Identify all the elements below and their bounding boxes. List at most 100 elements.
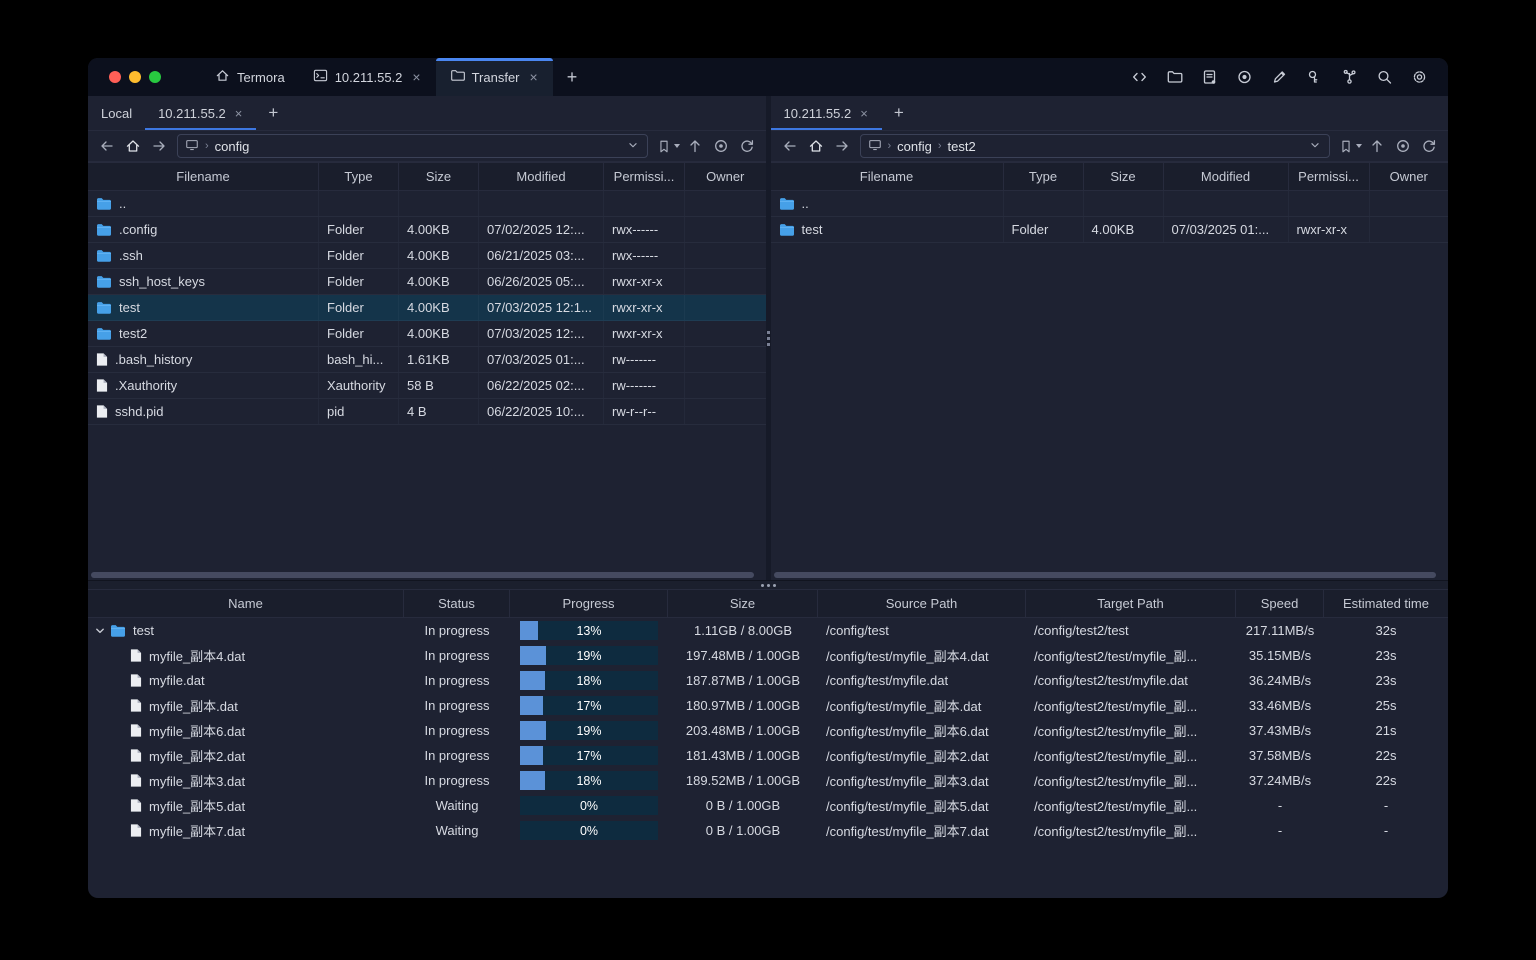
folder-icon	[110, 624, 126, 638]
column-header-type[interactable]: Type	[1004, 163, 1084, 190]
right-path-bar[interactable]: › config › test2	[859, 134, 1330, 158]
maximize-window-button[interactable]	[149, 71, 161, 83]
tab-remote-host[interactable]: 10.211.55.2 ×	[145, 96, 257, 130]
column-header-type[interactable]: Type	[319, 163, 399, 190]
file-row[interactable]: test Folder 4.00KB 07/03/2025 12:1... rwxr-x…	[88, 295, 766, 321]
new-panel-tab-button[interactable]: +	[882, 96, 916, 130]
column-header-owner[interactable]: Owner	[685, 163, 766, 190]
new-window-tab-button[interactable]: +	[553, 58, 592, 96]
settings-icon[interactable]	[1406, 64, 1432, 90]
forward-icon[interactable]	[831, 135, 853, 157]
column-header-progress[interactable]: Progress	[510, 590, 668, 617]
target-path-cell: /config/test2/test/myfile_副...	[1034, 699, 1198, 714]
progress-cell: 0%	[510, 793, 668, 818]
breadcrumb-segment[interactable]: config	[215, 139, 250, 154]
file-row[interactable]: .bash_history bash_hi... 1.61KB 07/03/2025 …	[88, 347, 766, 373]
column-header-permissi-[interactable]: Permissi...	[604, 163, 685, 190]
horizontal-scrollbar[interactable]	[773, 572, 1436, 578]
transfer-row[interactable]: test In progress 13% 1.11GB / 8.00GB/config…	[88, 618, 1448, 643]
eye-icon[interactable]	[710, 135, 732, 157]
transfer-row[interactable]: myfile_副本2.dat In progress 17% 181.43MB / 1…	[88, 743, 1448, 768]
column-header-size[interactable]: Size	[668, 590, 818, 617]
transfer-row[interactable]: myfile_副本.dat In progress 17% 180.97MB / 1.…	[88, 693, 1448, 718]
horizontal-splitter[interactable]	[88, 580, 1448, 589]
column-header-filename[interactable]: Filename	[771, 163, 1004, 190]
column-header-size[interactable]: Size	[399, 163, 479, 190]
edit-icon[interactable]	[1266, 64, 1292, 90]
search-icon[interactable]	[1371, 64, 1397, 90]
transfer-row[interactable]: myfile_副本6.dat In progress 19% 203.48MB / 1…	[88, 718, 1448, 743]
close-icon[interactable]: ×	[529, 69, 539, 85]
transfer-row[interactable]: myfile_副本5.dat Waiting 0% 0 B / 1.00GB/conf…	[88, 793, 1448, 818]
transfer-name-cell: myfile_副本7.dat	[88, 818, 404, 843]
home-icon[interactable]	[805, 135, 827, 157]
tab-transfer[interactable]: Transfer ×	[435, 58, 553, 96]
transfer-row[interactable]: myfile.dat In progress 18% 187.87MB / 1.00G…	[88, 668, 1448, 693]
transfer-name-cell: test	[88, 618, 404, 643]
bookmark-icon[interactable]	[1337, 135, 1355, 157]
forward-icon[interactable]	[148, 135, 170, 157]
close-icon[interactable]: ×	[411, 69, 421, 85]
tab-remote-host[interactable]: 10.211.55.2 ×	[770, 96, 883, 130]
bookmark-caret-icon[interactable]	[673, 144, 680, 148]
tab-termora-home[interactable]: Termora	[201, 58, 299, 96]
eta-cell: 32s	[1375, 623, 1397, 638]
close-icon[interactable]: ×	[234, 106, 244, 121]
close-window-button[interactable]	[109, 71, 121, 83]
minimize-window-button[interactable]	[129, 71, 141, 83]
transfer-row[interactable]: myfile_副本4.dat In progress 19% 197.48MB / 1…	[88, 643, 1448, 668]
transfer-row[interactable]: myfile_副本3.dat In progress 18% 189.52MB / 1…	[88, 768, 1448, 793]
column-header-speed[interactable]: Speed	[1236, 590, 1324, 617]
upload-icon[interactable]	[1366, 135, 1388, 157]
owner-cell	[685, 399, 766, 424]
home-icon[interactable]	[122, 135, 144, 157]
file-row[interactable]: .Xauthority Xauthority 58 B 06/22/2025 02:.…	[88, 373, 766, 399]
column-header-permissi-[interactable]: Permissi...	[1289, 163, 1370, 190]
refresh-icon[interactable]	[736, 135, 758, 157]
breadcrumb-segment[interactable]: test2	[948, 139, 976, 154]
log-icon[interactable]	[1196, 64, 1222, 90]
left-path-bar[interactable]: › config	[177, 134, 648, 158]
expander-chevron-icon[interactable]	[92, 626, 108, 636]
column-header-estimated-time[interactable]: Estimated time	[1324, 590, 1448, 617]
column-header-status[interactable]: Status	[404, 590, 510, 617]
folder-icon[interactable]	[1161, 64, 1187, 90]
bookmark-caret-icon[interactable]	[1356, 144, 1362, 148]
transfer-row[interactable]: myfile_副本7.dat Waiting 0% 0 B / 1.00GB/conf…	[88, 818, 1448, 843]
column-header-modified[interactable]: Modified	[479, 163, 604, 190]
key-icon[interactable]	[1301, 64, 1327, 90]
record-icon[interactable]	[1231, 64, 1257, 90]
file-row[interactable]: ..	[88, 191, 766, 217]
file-row[interactable]: test Folder 4.00KB 07/03/2025 01:... rwxr-xr…	[770, 217, 1448, 243]
new-panel-tab-button[interactable]: +	[256, 96, 290, 130]
column-header-modified[interactable]: Modified	[1164, 163, 1289, 190]
branch-icon[interactable]	[1336, 64, 1362, 90]
file-row[interactable]: sshd.pid pid 4 B 06/22/2025 10:... rw-r--r--	[88, 399, 766, 425]
file-row[interactable]: test2 Folder 4.00KB 07/03/2025 12:... rwxr-x…	[88, 321, 766, 347]
tab-local[interactable]: Local	[88, 96, 145, 130]
column-header-name[interactable]: Name	[88, 590, 404, 617]
file-row[interactable]: .config Folder 4.00KB 07/02/2025 12:... rwx-…	[88, 217, 766, 243]
close-icon[interactable]: ×	[859, 106, 869, 121]
breadcrumb-segment[interactable]: config	[897, 139, 932, 154]
chevron-down-icon[interactable]	[1308, 138, 1322, 155]
file-row[interactable]: ssh_host_keys Folder 4.00KB 06/26/2025 05:.…	[88, 269, 766, 295]
file-row[interactable]: .ssh Folder 4.00KB 06/21/2025 03:... rwx----…	[88, 243, 766, 269]
code-icon[interactable]	[1126, 64, 1152, 90]
horizontal-scrollbar[interactable]	[91, 572, 754, 578]
refresh-icon[interactable]	[1418, 135, 1440, 157]
column-header-size[interactable]: Size	[1084, 163, 1164, 190]
upload-icon[interactable]	[684, 135, 706, 157]
chevron-down-icon[interactable]	[626, 138, 640, 155]
file-row[interactable]: ..	[770, 191, 1448, 217]
column-header-filename[interactable]: Filename	[88, 163, 319, 190]
column-header-target-path[interactable]: Target Path	[1026, 590, 1236, 617]
back-icon[interactable]	[779, 135, 801, 157]
back-icon[interactable]	[96, 135, 118, 157]
eye-icon[interactable]	[1392, 135, 1414, 157]
bookmark-icon[interactable]	[655, 135, 673, 157]
tab-ssh-session[interactable]: 10.211.55.2 ×	[299, 58, 436, 96]
transfer-name-label: myfile_副本6.dat	[149, 724, 246, 739]
column-header-source-path[interactable]: Source Path	[818, 590, 1026, 617]
column-header-owner[interactable]: Owner	[1370, 163, 1449, 190]
